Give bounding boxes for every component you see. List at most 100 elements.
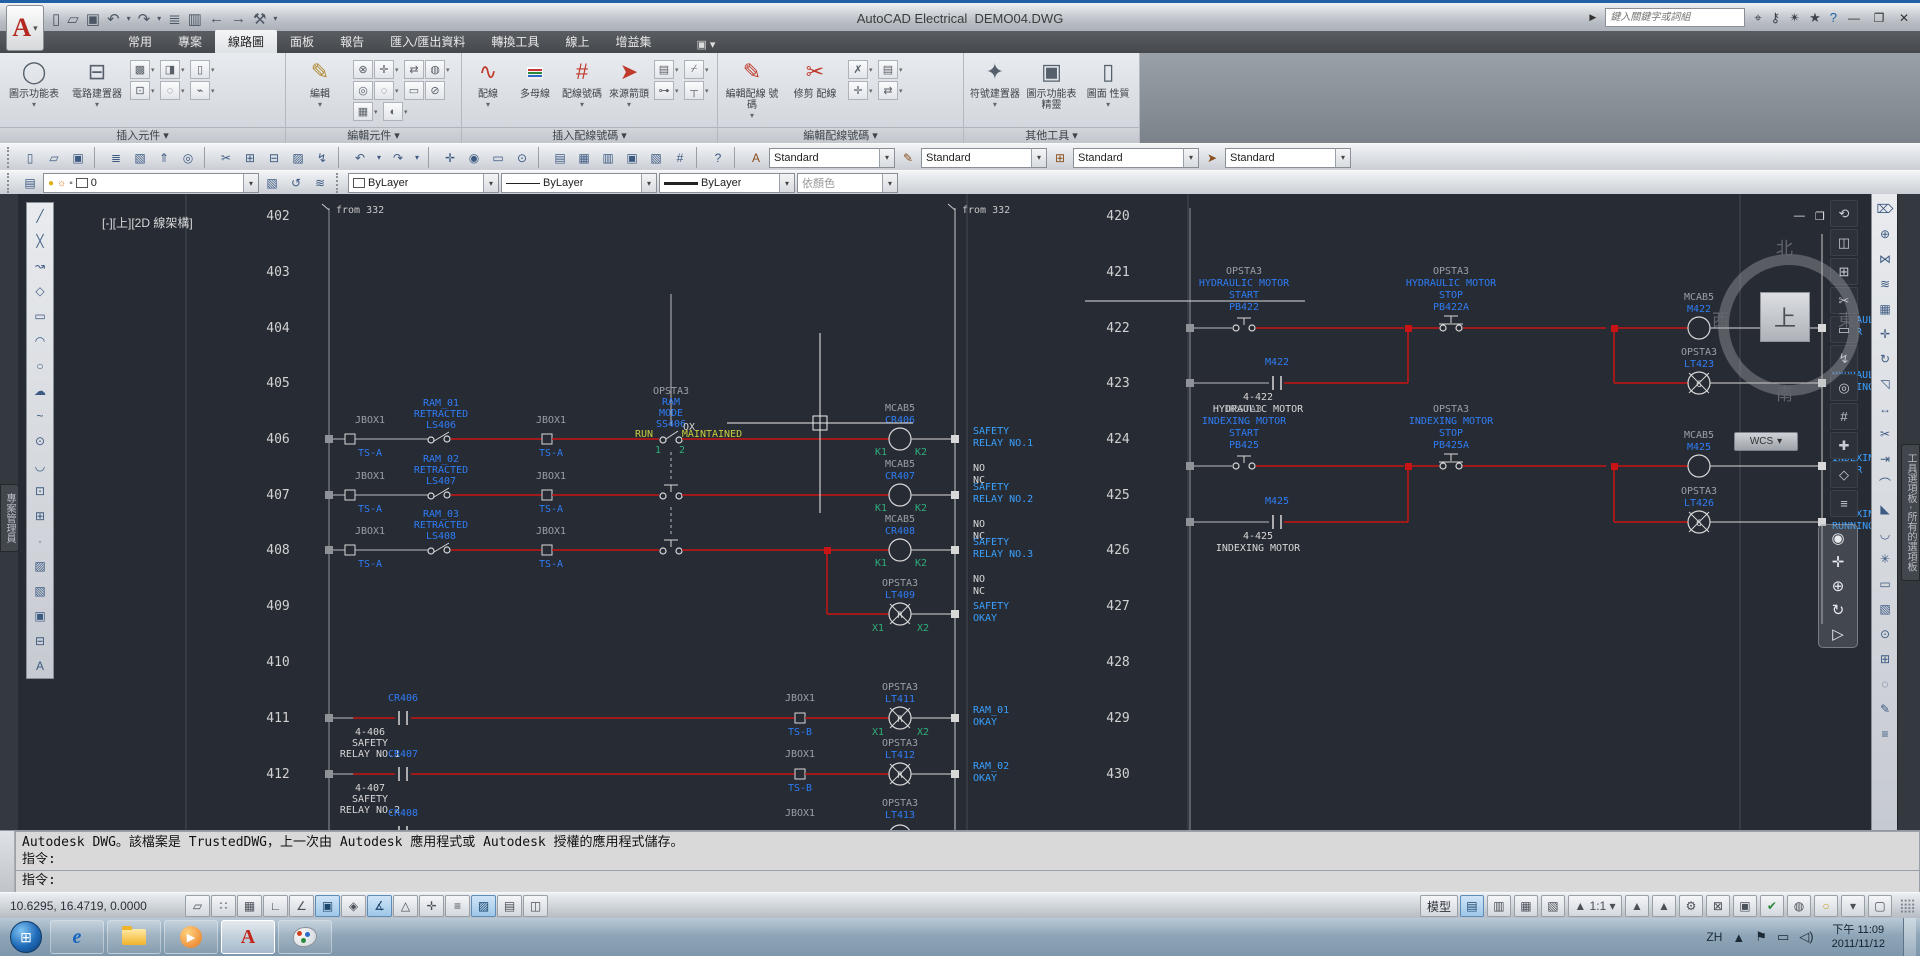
canvas-tool-0[interactable]: ⟲ xyxy=(1830,200,1858,227)
search-icon[interactable]: ⌖ xyxy=(1754,10,1761,26)
draw-tool-10[interactable]: ◡ xyxy=(28,453,52,478)
search-input[interactable] xyxy=(1605,8,1745,27)
wcs-button[interactable]: WCS▾ xyxy=(1734,432,1798,451)
qat-icon-7[interactable]: ≣ xyxy=(168,10,181,28)
edit-wire-number-button[interactable]: ✎編輯配線 號碼▾ xyxy=(722,56,782,124)
help-icon[interactable]: ? xyxy=(1830,10,1837,25)
modify-tool-12[interactable]: ◣ xyxy=(1873,496,1897,521)
toolbar-button-1-2[interactable]: ⇑ xyxy=(153,147,175,168)
toolbar-button-1-3[interactable]: ◎ xyxy=(177,147,199,168)
modify-tool-8[interactable]: ↔ xyxy=(1873,396,1897,421)
draw-tool-11[interactable]: ⊡ xyxy=(28,478,52,503)
chevron-down-icon[interactable]: ▾ xyxy=(869,66,877,74)
draw-tool-8[interactable]: ~ xyxy=(28,403,52,428)
toolbar-button-2-0[interactable]: ✂ xyxy=(215,147,237,168)
tool-palettes-tab[interactable]: 工具選項板 - 所有的選項板 xyxy=(1901,444,1920,581)
chevron-down-icon[interactable]: ▾ xyxy=(779,174,794,192)
toolbar-button-4-3[interactable]: ⊙ xyxy=(511,147,533,168)
taskbar-media-player[interactable]: ▶ xyxy=(164,920,218,954)
small-tool-button[interactable]: ⇄ xyxy=(878,81,898,100)
chevron-down-icon[interactable]: ▾ xyxy=(181,66,189,74)
small-tool-button[interactable]: ✛ xyxy=(848,81,868,100)
toolbar-button-0-1[interactable]: ▱ xyxy=(43,147,65,168)
toggle-transparency[interactable]: ▨ xyxy=(471,895,496,917)
modify-tool-17[interactable]: ⊙ xyxy=(1873,621,1897,646)
small-tool-button[interactable]: ⌿ xyxy=(684,60,704,79)
qat-icon-11[interactable]: ⚒ xyxy=(253,10,266,28)
modify-tool-0[interactable]: ⌦ xyxy=(1873,196,1897,221)
small-tool-button[interactable]: ▦ xyxy=(353,102,373,121)
toolbar-button-4-1[interactable]: ◉ xyxy=(463,147,485,168)
canvas-tool-9[interactable]: ◇ xyxy=(1830,461,1858,488)
taskbar-paint[interactable] xyxy=(278,920,332,954)
hardware-acceleration-button[interactable]: ▣ xyxy=(1733,895,1757,917)
drawing-canvas[interactable]: from 332from 332402403404405406407408409… xyxy=(18,194,1872,830)
chevron-down-icon[interactable]: ▾ xyxy=(211,87,219,95)
text-style-combo-icon[interactable]: A xyxy=(745,147,767,168)
chevron-down-icon[interactable]: ▾ xyxy=(899,87,907,95)
multi-bus-button[interactable]: 多母線 xyxy=(513,56,557,124)
toolbar-button-3-1[interactable]: ↷ xyxy=(387,147,409,168)
viewcube-east[interactable]: 東 xyxy=(1838,306,1855,331)
small-tool-button[interactable]: ◐ xyxy=(383,102,403,121)
qat-icon-0[interactable]: ▯ xyxy=(52,10,60,28)
navbar-tool-0[interactable]: ◉ xyxy=(1831,529,1844,547)
qat-icon-4[interactable]: ▾ xyxy=(127,14,131,23)
tab-import-export[interactable]: 匯入/匯出資料 xyxy=(377,30,478,53)
plotstyle-combo[interactable]: 依顏色▾ xyxy=(797,173,898,193)
modify-tool-9[interactable]: ✂ xyxy=(1873,421,1897,446)
draw-tool-9[interactable]: ⊙ xyxy=(28,428,52,453)
draw-tool-13[interactable]: · xyxy=(28,528,52,553)
small-tool-button[interactable]: ⇄ xyxy=(404,60,424,79)
toggle-lineweight[interactable]: ≡ xyxy=(445,895,470,917)
application-menu-button[interactable]: A ▾ xyxy=(6,5,44,51)
draw-tool-15[interactable]: ▧ xyxy=(28,578,52,603)
toolbar-button-6-0[interactable]: ? xyxy=(707,147,729,168)
modify-tool-7[interactable]: ◹ xyxy=(1873,371,1897,396)
tab-project[interactable]: 專案 xyxy=(165,30,215,53)
small-tool-button[interactable]: ◍ xyxy=(425,60,445,79)
toolbar-button-1-1[interactable]: ▧ xyxy=(129,147,151,168)
chevron-down-icon[interactable]: ▾ xyxy=(705,66,713,74)
qat-icon-9[interactable]: ← xyxy=(209,10,224,27)
qat-icon-6[interactable]: ▾ xyxy=(157,14,161,23)
navbar-tool-4[interactable]: ▷ xyxy=(1832,625,1844,643)
draw-tool-12[interactable]: ⊞ xyxy=(28,503,52,528)
viewcube-west[interactable]: 西 xyxy=(1712,306,1729,331)
layer-tool-button-2[interactable]: ≋ xyxy=(309,173,331,194)
toolbar-button-3-0[interactable]: ↶ xyxy=(349,147,371,168)
chevron-down-icon[interactable]: ▾ xyxy=(1335,149,1350,167)
draw-tool-18[interactable]: A xyxy=(28,653,52,678)
chevron-down-icon[interactable]: ▾ xyxy=(675,87,683,95)
drawing-minimize-icon[interactable]: — xyxy=(1794,210,1805,223)
chevron-down-icon[interactable]: ▾ xyxy=(641,174,656,192)
minimize-button[interactable]: — xyxy=(1846,11,1862,25)
chevron-down-icon[interactable]: ▾ xyxy=(243,174,258,192)
toggle-grid-display[interactable]: ▦ xyxy=(237,895,262,917)
small-tool-button[interactable]: ▤ xyxy=(654,60,674,79)
quickview-button-2[interactable]: ▦ xyxy=(1514,895,1538,917)
chevron-down-icon[interactable]: ▾ xyxy=(211,66,219,74)
multileader-style-combo-icon[interactable]: ➤ xyxy=(1201,147,1223,168)
ribbon-panel-title-4[interactable]: 其他工具 ▾ xyxy=(964,127,1139,144)
ribbon-panel-title-2[interactable]: 插入配線號碼 ▾ xyxy=(462,127,717,144)
small-tool-button[interactable]: ▤ xyxy=(878,60,898,79)
toolbar-button-2-2[interactable]: ⊟ xyxy=(263,147,285,168)
toggle-snap-mode[interactable]: ∷ xyxy=(211,895,236,917)
toolbar-button-5-0[interactable]: ▤ xyxy=(549,147,571,168)
wire-number-button[interactable]: #配線號碼▾ xyxy=(560,56,604,124)
ribbon-tab-menu-button[interactable]: ▣ ▾ xyxy=(690,36,721,53)
isolate-objects-button[interactable]: ◍ xyxy=(1787,895,1811,917)
ribbon-panel-title-3[interactable]: 編輯配線號碼 ▾ xyxy=(718,127,963,144)
toolbar-grip[interactable] xyxy=(7,173,14,192)
draw-tool-1[interactable]: ╳ xyxy=(28,228,52,253)
toolbar-button-0-0[interactable]: ▯ xyxy=(19,147,41,168)
toolbar-button-5-5[interactable]: # xyxy=(669,147,691,168)
layer-tool-button-1[interactable]: ↺ xyxy=(285,173,307,194)
viewcube[interactable]: 北 西 東 南 上 xyxy=(1710,240,1858,406)
command-line-grip[interactable] xyxy=(0,831,15,893)
draw-tool-4[interactable]: ▭ xyxy=(28,303,52,328)
symbol-builder-button[interactable]: ✦符號建置器▾ xyxy=(968,56,1022,124)
layer-combo[interactable]: ●☼▪0▾ xyxy=(43,173,259,193)
qat-icon-3[interactable]: ↶ xyxy=(107,10,120,28)
